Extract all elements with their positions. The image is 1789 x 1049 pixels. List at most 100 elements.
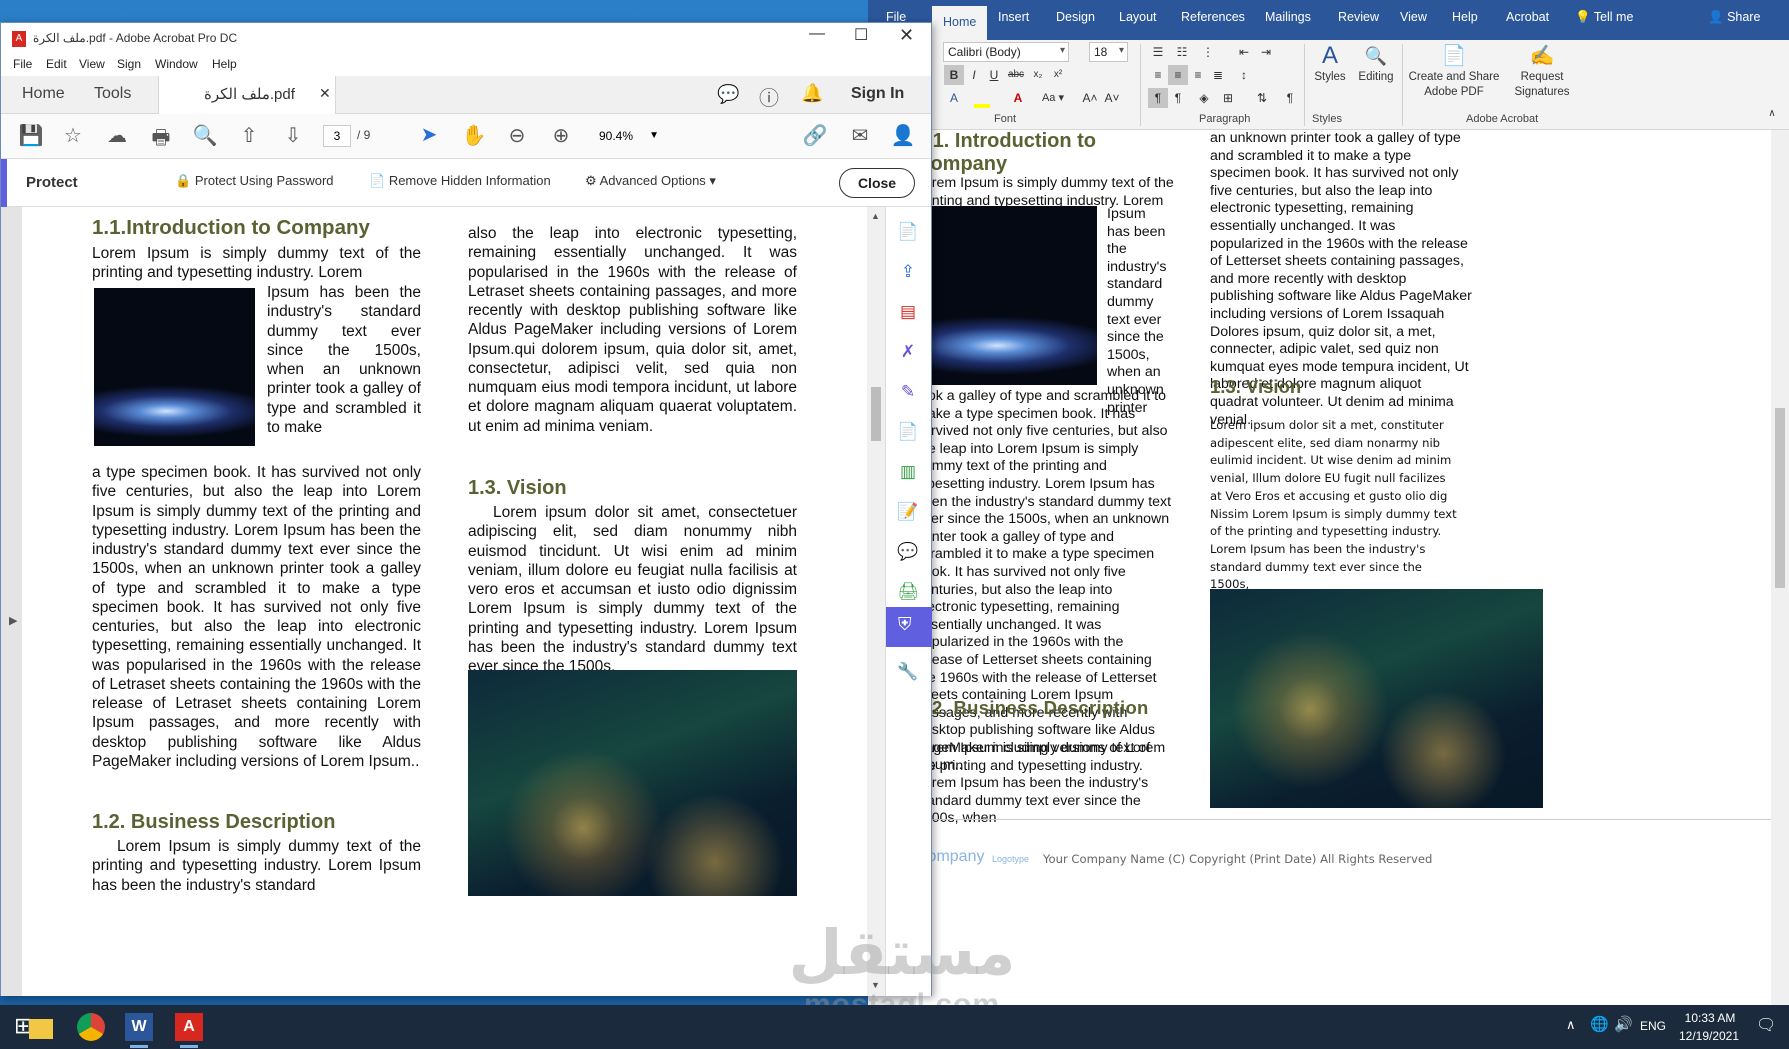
highlight-color-icon[interactable] — [974, 104, 990, 108]
clock-time[interactable]: 10:33 AM — [1680, 1011, 1740, 1025]
scan-ocr-icon[interactable]: 🖨 — [895, 579, 921, 605]
editing-button[interactable]: 🔍 Editing — [1354, 42, 1398, 85]
increase-indent-icon[interactable]: ⇥ — [1256, 42, 1276, 62]
font-size-select[interactable]: 18 — [1089, 42, 1128, 62]
bullets-icon[interactable]: ☰ — [1148, 42, 1168, 62]
sort-icon[interactable]: ⇅ — [1252, 88, 1272, 108]
shading-icon[interactable]: ◈ — [1194, 88, 1214, 108]
sign-in-button[interactable]: Sign In — [851, 85, 904, 103]
align-center-icon[interactable]: ≡ — [1168, 65, 1188, 85]
ltr-direction-icon[interactable]: ¶ — [1148, 88, 1168, 108]
tab-review[interactable]: Review — [1338, 10, 1379, 24]
page-down-icon[interactable]: ⇩ — [279, 123, 307, 148]
font-color-icon[interactable]: A — [1008, 88, 1028, 108]
minimize-icon[interactable]: — — [809, 25, 825, 43]
file-explorer-icon[interactable] — [29, 1019, 53, 1039]
add-user-icon[interactable]: 👤 — [889, 123, 917, 148]
tab-tools[interactable]: Tools — [94, 85, 131, 103]
bell-icon[interactable]: 🔔 — [801, 83, 823, 104]
line-spacing-icon[interactable]: ↕ — [1234, 65, 1254, 85]
rtl-direction-icon[interactable]: ¶ — [1168, 88, 1188, 108]
pdf-page[interactable]: 1.1.Introduction to Company Lorem Ipsum … — [22, 207, 871, 996]
subscript-icon[interactable]: x₂ — [1028, 65, 1048, 85]
page-up-icon[interactable]: ⇧ — [235, 123, 263, 148]
protect-password-button[interactable]: 🔒 Protect Using Password — [175, 173, 334, 189]
expand-left-panel-icon[interactable]: ▶ — [9, 614, 17, 627]
tab-home[interactable]: Home — [22, 85, 65, 103]
tray-chevron-up-icon[interactable]: ∧ — [1566, 1017, 1576, 1033]
email-icon[interactable]: ✉ — [846, 123, 874, 148]
change-case-icon[interactable]: Aa ▾ — [1038, 88, 1068, 108]
scroll-up-icon[interactable]: ▲ — [871, 211, 880, 221]
close-tab-icon[interactable]: ✕ — [319, 85, 331, 102]
hand-tool-icon[interactable]: ✋ — [460, 123, 488, 148]
grow-font-icon[interactable]: A˄ — [1080, 88, 1100, 108]
menu-view[interactable]: View — [79, 57, 105, 71]
menu-window[interactable]: Window — [155, 57, 198, 71]
bold-icon[interactable]: B — [944, 65, 964, 85]
borders-icon[interactable]: ⊞ — [1218, 88, 1238, 108]
word-vertical-scrollbar[interactable] — [1771, 130, 1789, 1005]
create-pdf-icon[interactable]: 📄 — [895, 219, 921, 245]
strikethrough-icon[interactable]: abc — [1006, 65, 1026, 85]
justify-icon[interactable]: ≣ — [1208, 65, 1228, 85]
acrobat-taskbar-icon[interactable]: A — [175, 1013, 203, 1041]
text-effects-icon[interactable]: A — [944, 88, 964, 108]
share-file-icon[interactable]: 📄 — [895, 419, 921, 445]
remove-hidden-button[interactable]: 📄 Remove Hidden Information — [369, 173, 551, 189]
menu-help[interactable]: Help — [212, 57, 237, 71]
help-icon[interactable]: ⓘ — [759, 82, 779, 111]
tab-references[interactable]: References — [1181, 10, 1245, 24]
tab-acrobat[interactable]: Acrobat — [1506, 10, 1549, 24]
chrome-icon[interactable] — [77, 1013, 105, 1041]
pdf-vertical-scrollbar[interactable]: ▲ ▼ — [867, 207, 885, 996]
multilevel-list-icon[interactable]: ⋮ — [1198, 42, 1218, 62]
share-button[interactable]: 👤 Share — [1708, 10, 1760, 25]
menu-sign[interactable]: Sign — [117, 57, 141, 71]
send-signature-icon[interactable]: ✎ — [895, 379, 921, 405]
tab-insert[interactable]: Insert — [998, 10, 1029, 24]
show-marks-icon[interactable]: ¶ — [1280, 88, 1300, 108]
request-signatures-button[interactable]: ✍ Request Signatures — [1504, 42, 1580, 100]
shrink-font-icon[interactable]: A˅ — [1102, 88, 1122, 108]
styles-button[interactable]: A Styles — [1308, 42, 1352, 85]
collapse-ribbon-icon[interactable]: ∧ — [1762, 104, 1782, 124]
maximize-icon[interactable]: ☐ — [854, 25, 868, 45]
font-name-select[interactable]: Calibri (Body) — [943, 42, 1069, 62]
clock-date[interactable]: 12/19/2021 — [1676, 1029, 1742, 1043]
underline-icon[interactable]: U — [984, 65, 1004, 85]
organize-pages-icon[interactable]: ▤ — [895, 299, 921, 325]
close-window-icon[interactable]: ✕ — [899, 25, 914, 46]
zoom-out-icon[interactable]: ⊖ — [503, 123, 531, 148]
tab-design[interactable]: Design — [1056, 10, 1095, 24]
compress-pdf-icon[interactable]: ▥ — [895, 459, 921, 485]
tab-home[interactable]: Home — [932, 6, 988, 40]
language-indicator[interactable]: ENG — [1640, 1019, 1666, 1033]
numbering-icon[interactable]: ☷ — [1172, 42, 1192, 62]
select-arrow-icon[interactable]: ➤ — [415, 122, 443, 147]
fill-sign-icon[interactable]: ✗ — [895, 339, 921, 365]
tell-me-box[interactable]: 💡 Tell me — [1575, 10, 1633, 25]
scroll-thumb[interactable] — [871, 387, 881, 441]
zoom-in-icon[interactable]: ⊕ — [547, 123, 575, 148]
tab-mailings[interactable]: Mailings — [1265, 10, 1311, 24]
zoom-search-icon[interactable]: 🔍 — [191, 123, 219, 148]
protect-tool-active[interactable]: ⛨ — [886, 607, 932, 647]
edit-pdf-icon[interactable]: 📝 — [895, 499, 921, 525]
tab-document[interactable]: ملف الكرة.pdf ✕ — [158, 76, 336, 114]
bookmark-star-icon[interactable]: ☆ — [59, 123, 87, 148]
volume-icon[interactable]: 🔊 — [1614, 1015, 1633, 1033]
tab-view[interactable]: View — [1400, 10, 1427, 24]
tab-help[interactable]: Help — [1452, 10, 1478, 24]
menu-file[interactable]: File — [13, 57, 32, 71]
more-tools-icon[interactable]: 🔧 — [895, 659, 921, 685]
advanced-options-button[interactable]: ⚙ Advanced Options ▾ — [585, 173, 716, 189]
menu-edit[interactable]: Edit — [46, 57, 67, 71]
notifications-icon[interactable]: 🗨 — [1756, 1015, 1776, 1035]
zoom-select[interactable]: 90.4% ▼ — [591, 125, 663, 147]
close-protect-button[interactable]: Close — [839, 168, 915, 198]
page-number-input[interactable]: 3 — [323, 125, 351, 147]
superscript-icon[interactable]: x² — [1048, 65, 1068, 85]
scroll-thumb[interactable] — [1775, 408, 1785, 588]
decrease-indent-icon[interactable]: ⇤ — [1234, 42, 1254, 62]
